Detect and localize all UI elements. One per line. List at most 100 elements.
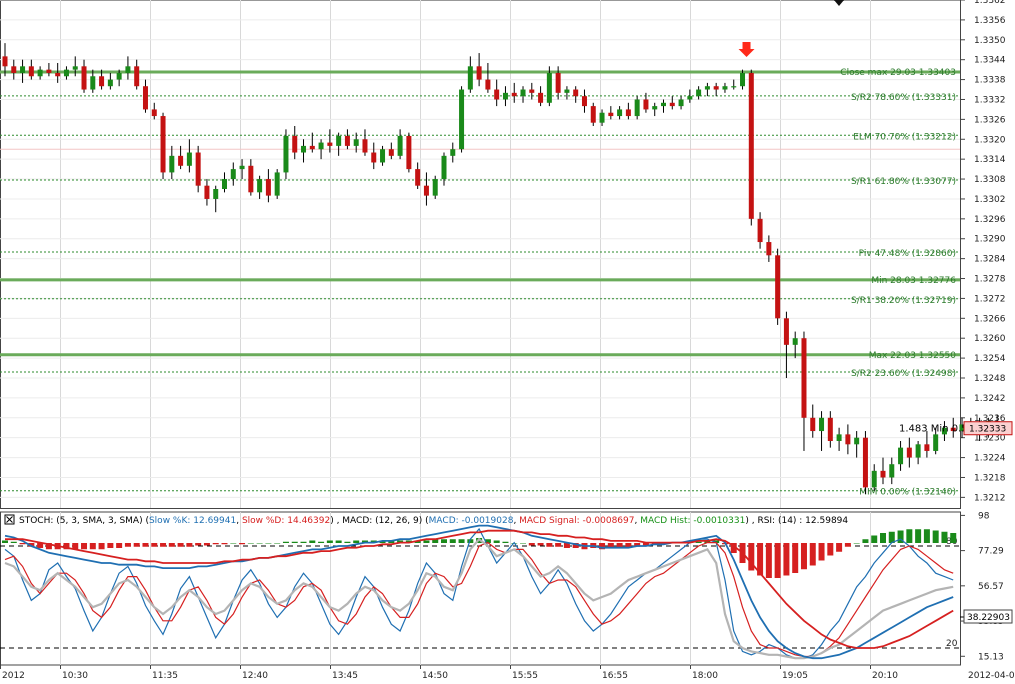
macd-hist-bar [124,543,131,547]
macd-hist-bar [950,533,957,543]
macd-hist-bar [827,543,834,556]
price-tick-label: 1.3296 [974,215,1006,225]
candle-body [476,66,482,80]
current-price-label: 1.32333 [969,425,1006,435]
candle-body [72,66,78,70]
candle-body [538,92,544,103]
macd-hist-bar [862,539,869,543]
macd-hist-bar [546,543,553,547]
price-tick-label: 1.3266 [974,314,1006,324]
macd-hist-bar [89,543,96,550]
candle-body [748,72,754,219]
macd-hist-bar [151,543,158,547]
candle-body [248,165,254,193]
macd-hist-bar [203,543,210,546]
price-tick-label: 1.3314 [974,155,1006,165]
candle-body [2,56,8,67]
level-label: ELM 70.70% (1.33212) [853,132,956,142]
candle-body [722,86,728,90]
level-label: S/R1 61.80% (1.33077) [851,177,956,187]
candle-body [766,242,772,256]
candle-body [20,66,26,73]
candle-body [142,86,148,110]
price-tick-label: 1.3362 [974,0,1006,6]
macd-hist-bar [493,540,500,543]
time-tick-label: 10:30 [62,671,88,680]
macd-hist-bar [230,543,237,544]
candle-body [283,135,289,173]
candle-body [309,145,315,150]
level-label: S/R2 78.60% (1.33331) [851,93,956,103]
candle-body [625,109,631,117]
price-tick-label: 1.3332 [974,95,1006,105]
candle-body [450,149,456,156]
candle-body [704,86,710,90]
macd-hist-bar [160,543,167,547]
candle-body [81,66,87,90]
indicator-tick-label: 77.29 [978,547,1004,557]
macd-hist-bar [168,543,175,547]
macd-hist-bar [923,529,930,543]
time-tick-label: 20:10 [872,671,898,680]
candle-body [432,179,438,196]
candle-body [520,89,526,97]
candle-body [880,470,886,478]
macd-hist-bar [836,543,843,552]
candle-body [415,169,421,186]
candle-body [160,116,166,173]
macd-hist-bar [915,529,922,543]
candle-body [775,255,781,319]
macd-hist-bar [212,543,219,545]
candle-body [740,72,746,87]
price-tick-label: 1.3260 [974,334,1006,344]
candle-body [862,437,868,488]
candle-body [204,185,210,199]
candle-body [388,149,394,156]
price-tick-label: 1.3290 [974,235,1006,245]
price-tick-label: 1.3218 [974,473,1006,483]
price-tick-label: 1.3248 [974,374,1006,384]
indicator-tick-label: 98 [978,511,990,521]
candle-body [634,99,640,117]
candle-body [661,102,666,107]
candle-body [757,218,763,243]
price-tick-label: 1.3212 [974,493,1006,503]
candle-body [827,417,833,441]
candle-body [99,76,105,87]
candle-body [801,338,807,418]
candle-body [494,89,500,100]
macd-hist-bar [291,541,298,543]
candle-body [915,444,921,458]
candle-body [90,76,96,90]
macd-hist-bar [221,543,228,545]
price-tick-label: 1.3356 [974,16,1006,26]
macd-hist-bar [880,533,886,543]
candle-body [889,464,895,478]
macd-hist-bar [142,543,149,547]
price-tick-label: 1.3338 [974,76,1006,86]
level-label: Max 22.03 1.32550 [869,351,957,361]
macd-hist-bar [116,543,123,548]
macd-hist-bar [19,543,26,545]
candle-body [529,89,535,93]
candle-body [397,135,403,156]
candle-body [792,338,798,345]
candle-body [898,447,904,465]
macd-hist-bar [441,539,447,543]
macd-hist-bar [265,543,272,544]
candle-body [564,89,570,93]
candle-body [731,86,737,88]
candle-body [46,69,52,73]
level-label: S/R2 23.60% (1.32498) [851,369,956,379]
price-tick-label: 1.3224 [974,454,1006,464]
indicator-tick-label: 56.57 [978,582,1004,592]
candle-body [55,72,61,77]
candle-body [555,72,561,93]
macd-hist-bar [81,543,88,550]
candle-body [819,417,825,432]
macd-hist-bar [195,543,202,546]
candle-body [871,470,877,488]
indicator-legend-part: MACD Hist: -0.0010331 [640,516,745,526]
macd-hist-bar [809,543,816,566]
candle-body [783,318,789,345]
